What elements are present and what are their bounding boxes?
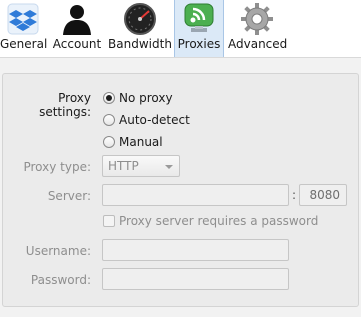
proxy-auth-label[interactable]: Proxy server requires a password	[119, 214, 318, 228]
proxy-type-select[interactable]: HTTP	[102, 155, 180, 177]
dropbox-icon	[6, 2, 40, 36]
tab-account[interactable]: Account	[50, 0, 104, 57]
tab-label: General	[0, 37, 48, 51]
tab-bandwidth[interactable]: Bandwidth	[108, 0, 172, 57]
tab-general[interactable]: General	[0, 0, 48, 57]
tab-label: Account	[52, 37, 102, 51]
tab-label: Bandwidth	[108, 37, 172, 51]
speedometer-icon	[123, 2, 157, 36]
proxy-auth-checkbox[interactable]	[103, 215, 115, 227]
username-input[interactable]	[102, 239, 289, 261]
tab-label: Proxies	[177, 37, 221, 51]
port-separator: :	[292, 188, 297, 202]
manual-label[interactable]: Manual	[119, 135, 163, 149]
password-label: Password:	[30, 273, 91, 287]
proxy-type-value: HTTP	[108, 159, 139, 173]
preferences-toolbar: General Account Bandwidth Proxies Advanc…	[0, 0, 361, 58]
proxy-type-label: Proxy type:	[23, 160, 91, 174]
server-label: Server:	[47, 189, 91, 203]
password-input[interactable]	[102, 268, 289, 290]
auto-detect-label[interactable]: Auto-detect	[119, 113, 190, 127]
gear-icon	[240, 2, 274, 36]
proxy-settings-label: Proxy settings:	[39, 91, 91, 119]
tab-label: Advanced	[228, 37, 288, 51]
port-input[interactable]: 8080	[299, 184, 347, 206]
user-silhouette-icon	[60, 2, 94, 36]
proxy-settings-panel: Proxy settings: No proxy Auto-detect Man…	[2, 73, 359, 307]
username-label: Username:	[25, 244, 91, 258]
wifi-monitor-icon	[182, 2, 216, 36]
no-proxy-radio[interactable]	[103, 92, 115, 104]
no-proxy-label[interactable]: No proxy	[119, 91, 173, 105]
manual-radio[interactable]	[103, 136, 115, 148]
auto-detect-radio[interactable]	[103, 114, 115, 126]
chevron-down-icon	[165, 165, 173, 169]
tab-proxies[interactable]: Proxies	[174, 0, 224, 57]
tab-advanced[interactable]: Advanced	[228, 0, 288, 57]
server-input[interactable]	[102, 184, 289, 206]
